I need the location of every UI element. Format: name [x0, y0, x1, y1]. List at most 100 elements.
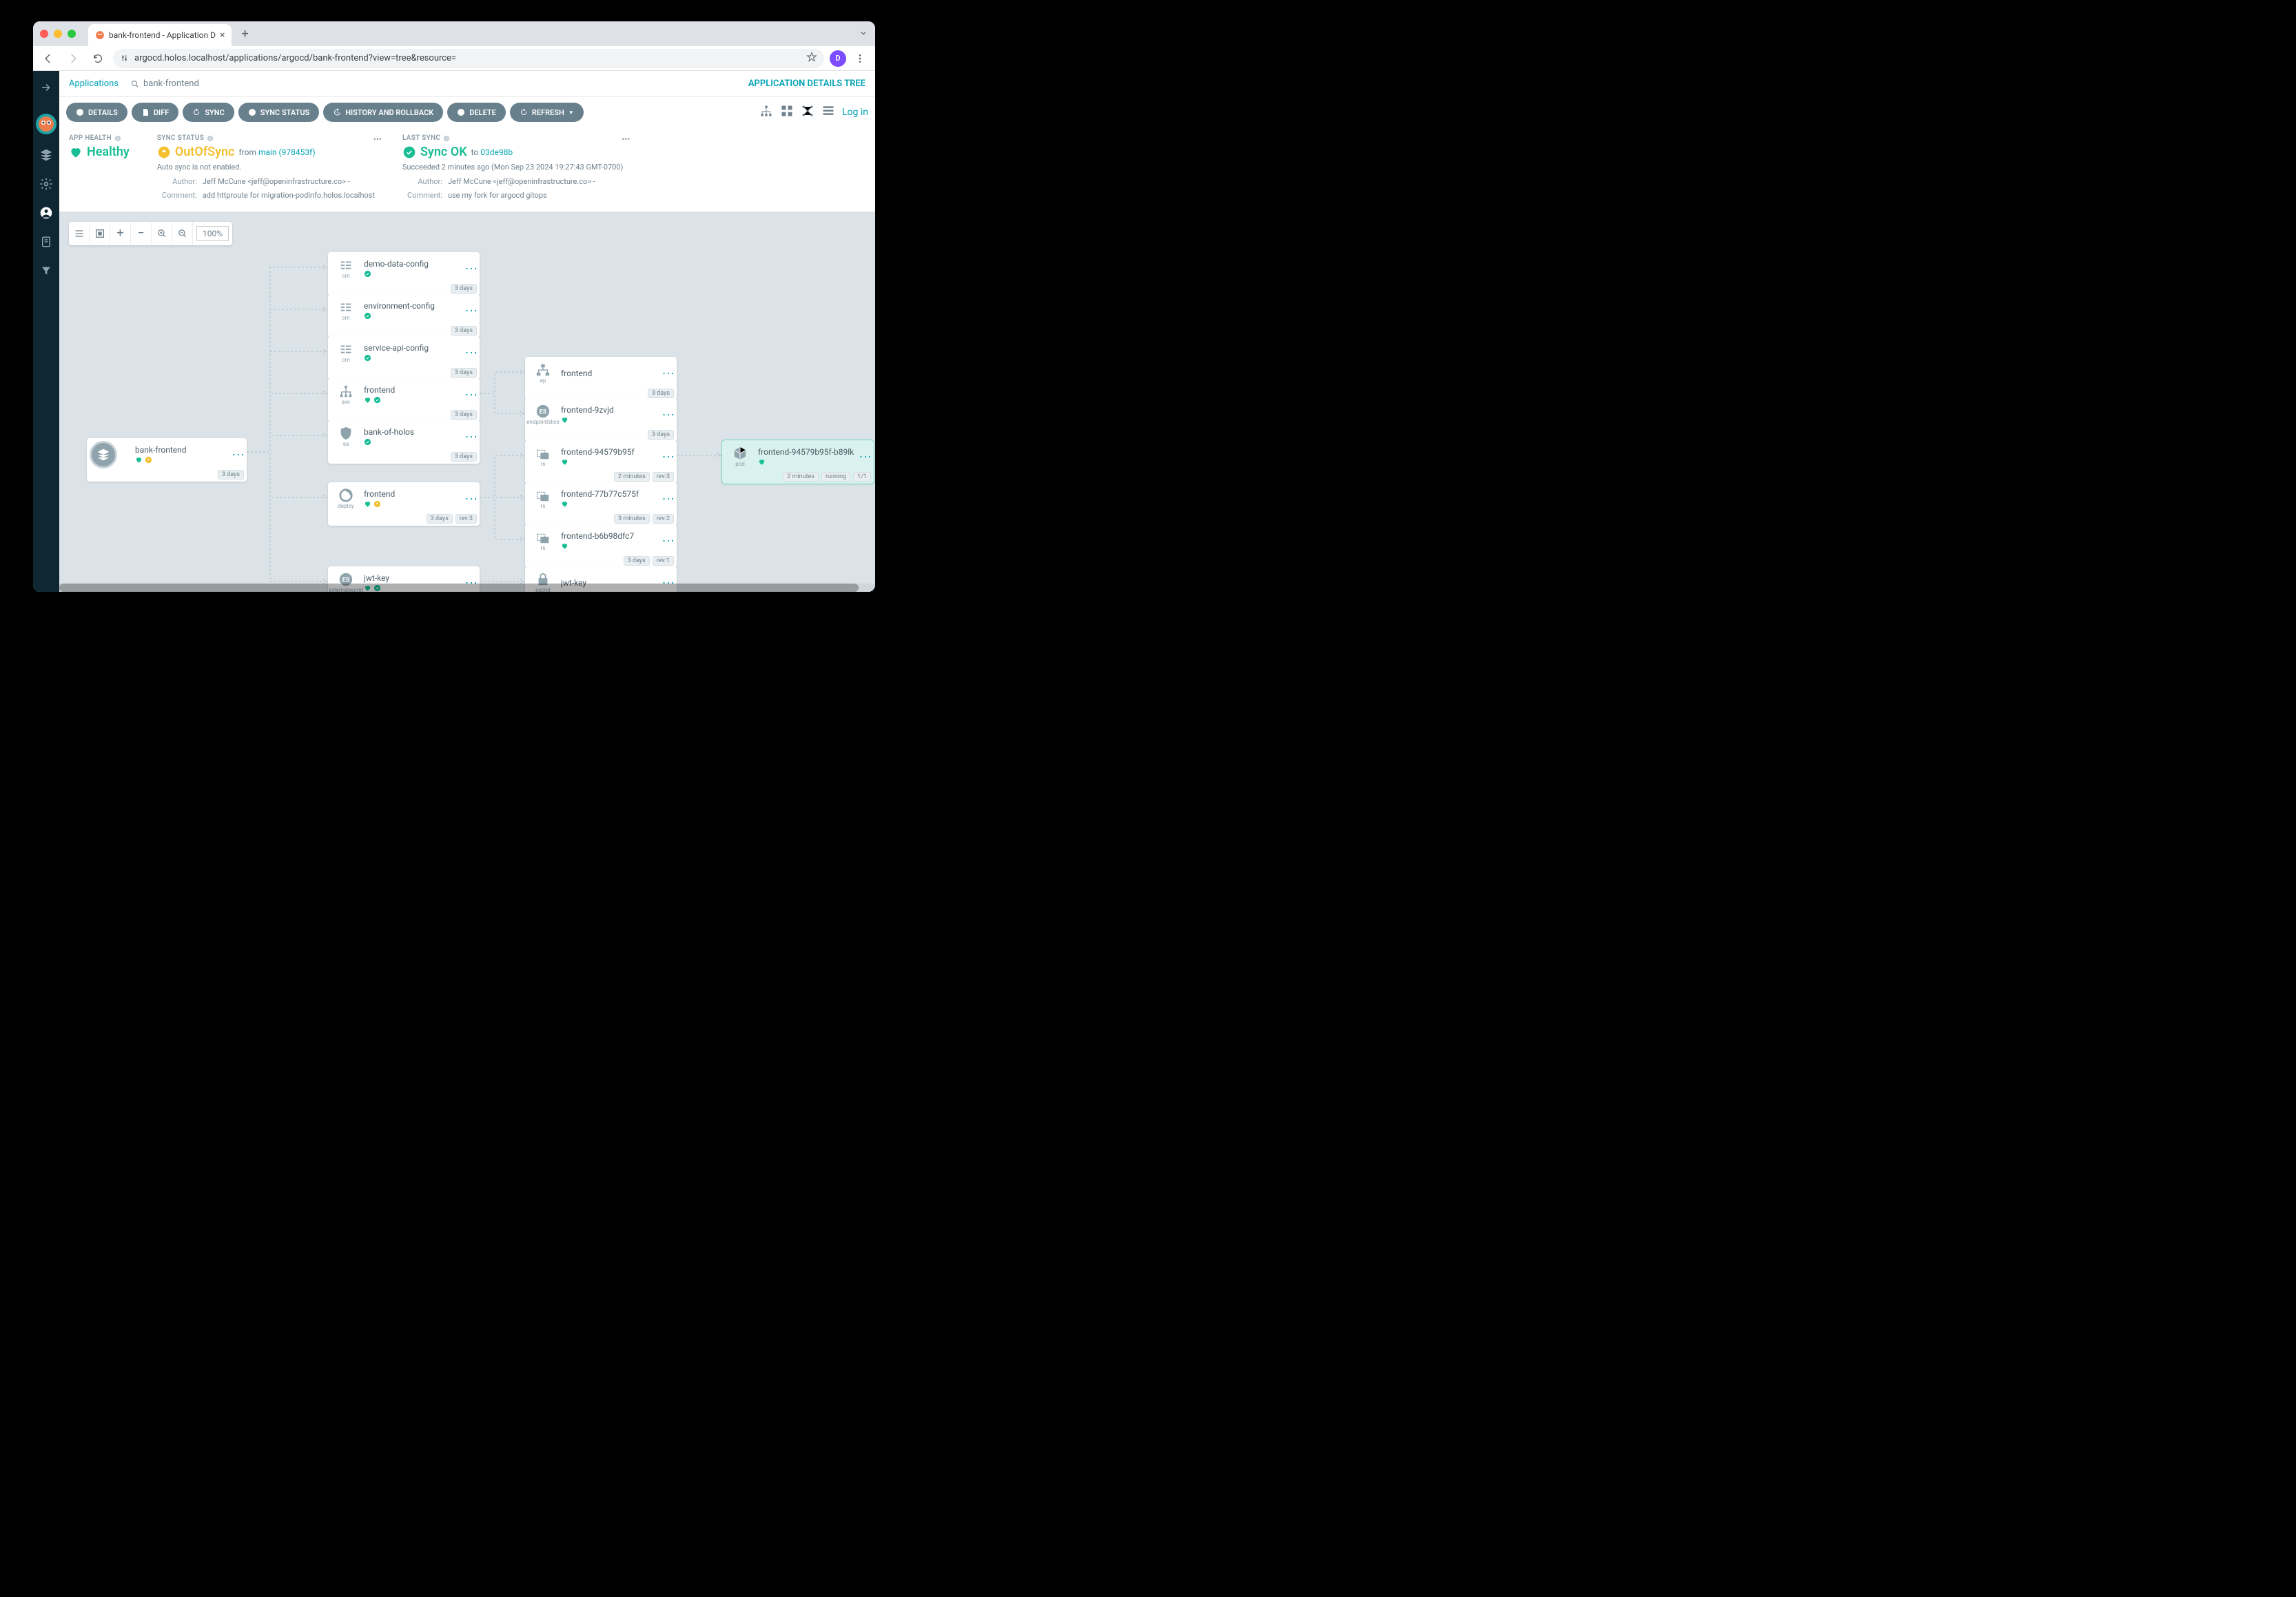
- node-menu-icon[interactable]: ⋮: [234, 449, 241, 460]
- diff-button[interactable]: DIFF: [132, 103, 178, 122]
- check-circle-icon: [402, 145, 416, 159]
- info-icon: [443, 135, 450, 142]
- node-menu-icon[interactable]: ⋮: [664, 493, 671, 504]
- fit-icon[interactable]: [90, 222, 110, 245]
- node-menu-icon[interactable]: ⋮: [664, 409, 671, 420]
- browser-tab[interactable]: bank-frontend - Application D ×: [88, 24, 232, 46]
- check-icon: [364, 438, 371, 446]
- forward-button[interactable]: [63, 49, 83, 68]
- tree-node-service[interactable]: svcfrontend⋮3 days: [328, 378, 480, 422]
- history-button[interactable]: HISTORY AND ROLLBACK: [323, 103, 443, 122]
- heart-icon: [364, 396, 371, 404]
- tree-node-replicaset[interactable]: rsfrontend-94579b95f⋮2 minutesrev:3: [525, 440, 677, 484]
- layout-h-icon[interactable]: [69, 222, 90, 245]
- breadcrumb: Applications bank-frontend APPLICATION D…: [59, 71, 875, 97]
- zoom-toolbar: + − 100%: [69, 222, 232, 245]
- node-menu-icon[interactable]: ⋮: [467, 431, 474, 442]
- tree-node-configmap[interactable]: cmdemo-data-config⋮3 days: [328, 252, 480, 296]
- close-tab-icon[interactable]: ×: [220, 30, 225, 41]
- sidebar-item-filter[interactable]: [38, 262, 54, 279]
- resource-tree-canvas[interactable]: + − 100%: [59, 212, 875, 593]
- node-menu-icon[interactable]: ⋮: [664, 451, 671, 462]
- tree-view-icon[interactable]: [759, 104, 773, 121]
- breadcrumb-root-link[interactable]: Applications: [69, 79, 119, 89]
- revision-link[interactable]: 03de98b: [480, 147, 513, 157]
- tree-node-serviceaccount[interactable]: sabank-of-holos⋮3 days: [328, 420, 480, 464]
- tree-node-configmap[interactable]: cmenvironment-config⋮3 days: [328, 294, 480, 338]
- reload-button[interactable]: [88, 49, 107, 68]
- check-icon: [373, 396, 381, 404]
- refresh-button[interactable]: REFRESH▼: [510, 103, 584, 122]
- endpointslice-icon: endpointslice: [531, 402, 555, 427]
- minimize-window-button[interactable]: [54, 30, 62, 38]
- heart-icon: [561, 500, 568, 508]
- details-button[interactable]: DETAILS: [66, 103, 127, 122]
- window-controls: [40, 30, 76, 38]
- new-tab-button[interactable]: +: [237, 27, 252, 41]
- tree-node-replicaset[interactable]: rsfrontend-77b77c575f⋮3 minutesrev:2: [525, 482, 677, 526]
- replicaset-icon: rs: [531, 528, 555, 553]
- maximize-window-button[interactable]: [68, 30, 76, 38]
- zoom-level: 100%: [196, 226, 229, 241]
- login-link[interactable]: Log in: [842, 107, 868, 118]
- list-view-icon[interactable]: [821, 104, 835, 121]
- zoom-minus-icon[interactable]: −: [131, 222, 152, 245]
- node-menu-icon[interactable]: ⋮: [861, 451, 868, 462]
- node-menu-icon[interactable]: ⋮: [467, 493, 474, 504]
- replicaset-icon: rs: [531, 486, 555, 511]
- app-icon: [90, 441, 117, 468]
- tab-menu-icon[interactable]: [859, 28, 868, 41]
- url-input[interactable]: argocd.holos.localhost/applications/argo…: [113, 49, 824, 68]
- toolbar: DETAILS DIFF SYNC SYNC STATUS HISTORY AN…: [59, 97, 875, 127]
- zoom-in-icon[interactable]: [152, 222, 172, 245]
- tree-node-configmap[interactable]: cmservice-api-config⋮3 days: [328, 336, 480, 380]
- node-menu-icon[interactable]: ⋮: [664, 535, 671, 546]
- horizontal-scrollbar[interactable]: [59, 584, 875, 592]
- zoom-out-icon[interactable]: [172, 222, 193, 245]
- panel-menu-icon[interactable]: •••: [373, 134, 382, 144]
- app-health-panel: APP HEALTH Healthy: [69, 134, 130, 202]
- info-icon: [207, 135, 214, 142]
- url-text: argocd.holos.localhost/applications/argo…: [134, 53, 456, 63]
- browser-window: bank-frontend - Application D × + argocd…: [33, 21, 875, 592]
- zoom-plus-icon[interactable]: +: [110, 222, 131, 245]
- node-menu-icon[interactable]: ⋮: [664, 367, 671, 379]
- sidebar-collapse-icon[interactable]: [38, 79, 54, 96]
- node-menu-icon[interactable]: ⋮: [467, 305, 474, 316]
- bookmark-icon[interactable]: [806, 52, 817, 65]
- argo-favicon-icon: [95, 30, 105, 40]
- sidebar-item-apps[interactable]: [38, 147, 54, 163]
- succeeded-note: Succeeded 2 minutes ago (Mon Sep 23 2024…: [402, 162, 623, 174]
- delete-button[interactable]: DELETE: [447, 103, 506, 122]
- site-settings-icon: [120, 54, 129, 63]
- browser-menu-icon[interactable]: [850, 49, 870, 68]
- close-window-button[interactable]: [40, 30, 48, 38]
- sidebar-item-user[interactable]: [38, 205, 54, 221]
- check-icon: [364, 312, 371, 320]
- sidebar-item-docs[interactable]: [38, 234, 54, 250]
- tree-node-replicaset[interactable]: rsfrontend-b6b98dfc7⋮3 daysrev:1: [525, 524, 677, 568]
- tree-node-pod[interactable]: podfrontend-94579b95f-b89lk⋮2 minutesrun…: [722, 440, 874, 484]
- pods-view-icon[interactable]: [780, 104, 794, 121]
- profile-avatar[interactable]: D: [830, 50, 846, 67]
- revision-link[interactable]: main (978453f): [258, 147, 316, 157]
- tab-bar: bank-frontend - Application D × +: [33, 21, 875, 46]
- page-title: APPLICATION DETAILS TREE: [748, 79, 865, 89]
- check-icon: [364, 354, 371, 362]
- node-menu-icon[interactable]: ⋮: [467, 347, 474, 358]
- network-view-icon[interactable]: [801, 104, 814, 121]
- sync-status-button[interactable]: SYNC STATUS: [238, 103, 320, 122]
- node-menu-icon[interactable]: ⋮: [467, 262, 474, 274]
- sidebar-item-settings[interactable]: [38, 176, 54, 192]
- panel-menu-icon[interactable]: •••: [622, 134, 630, 144]
- tree-node-endpoints[interactable]: epfrontend⋮3 days: [525, 357, 677, 400]
- tree-node-deployment[interactable]: deployfrontend⋮3 daysrev:3: [328, 482, 480, 526]
- sync-button[interactable]: SYNC: [183, 103, 234, 122]
- tree-node-app[interactable]: bank-frontend ⋮ 3 days: [87, 438, 247, 482]
- node-menu-icon[interactable]: ⋮: [467, 389, 474, 400]
- endpoints-icon: ep: [531, 361, 555, 386]
- argo-logo-icon[interactable]: [36, 114, 57, 134]
- sidebar: [33, 71, 59, 592]
- back-button[interactable]: [39, 49, 58, 68]
- tree-node-endpointslice[interactable]: endpointslicefrontend-9zvjd⋮3 days: [525, 398, 677, 442]
